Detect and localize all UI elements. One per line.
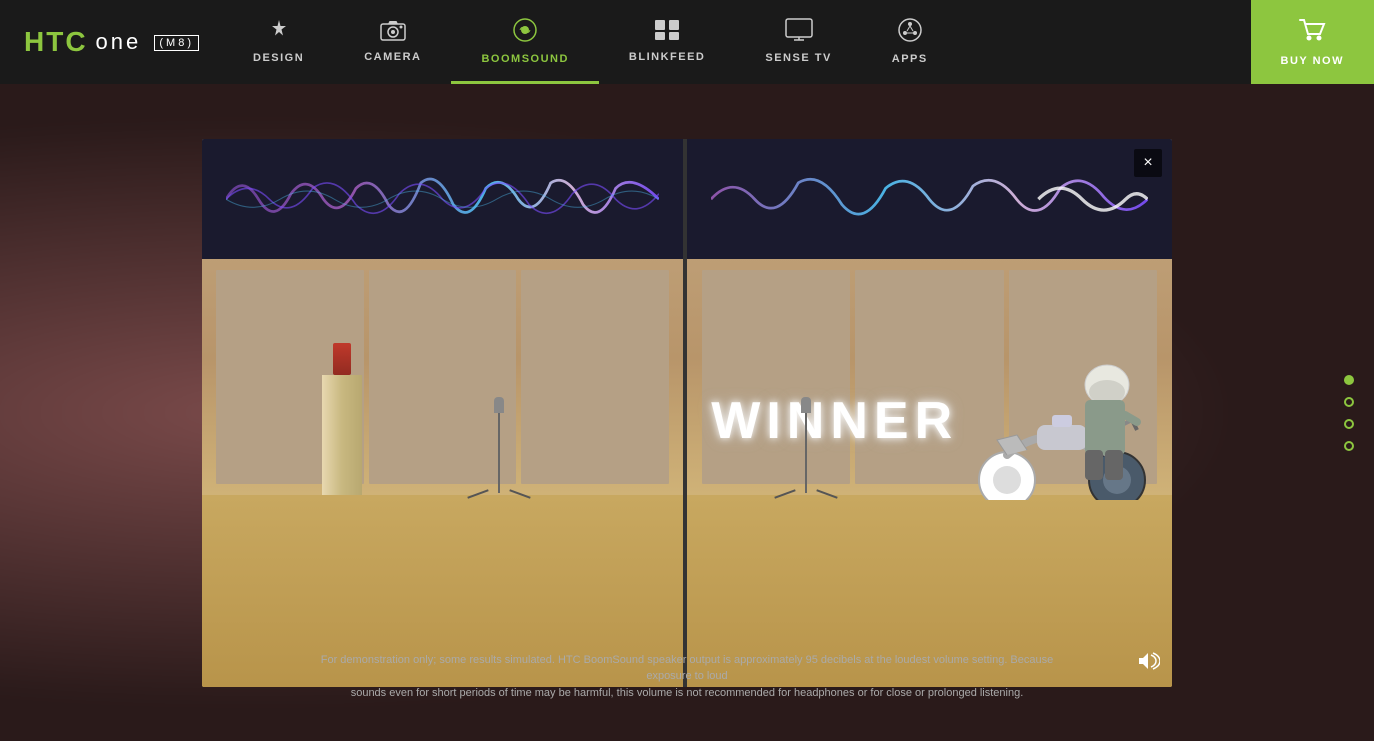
nav-item-sensetv[interactable]: SENSE TV [735, 0, 861, 84]
blinkfeed-label: BLINKFEED [629, 51, 705, 63]
cart-icon [1298, 18, 1326, 49]
mic-head-right [801, 397, 811, 413]
buy-now-label: BUY NOW [1281, 55, 1344, 67]
boomsound-label: BOOMSOUND [481, 53, 568, 65]
pedestal [322, 375, 362, 495]
scene-right: WINNER [687, 139, 1172, 687]
caption-area: For demonstration only; some results sim… [0, 652, 1374, 702]
nav-item-boomsound[interactable]: BOOMSOUND [451, 0, 598, 84]
design-icon [267, 18, 291, 46]
media-container: × [202, 139, 1172, 687]
dot-2[interactable] [1344, 397, 1354, 407]
apps-icon [897, 17, 923, 47]
nav-item-apps[interactable]: APPS [862, 0, 958, 84]
mic-stand-right [774, 397, 838, 495]
dot-3[interactable] [1344, 419, 1354, 429]
person-scooter-illustration [937, 320, 1157, 500]
m8-badge: (M8) [154, 35, 199, 51]
wave-display-left [202, 139, 683, 260]
slide-dots [1344, 375, 1354, 451]
close-button[interactable]: × [1134, 149, 1162, 177]
htc-brand-text: HTC [24, 26, 88, 58]
mic-pole-left [498, 413, 500, 493]
caption-line-1: For demonstration only; some results sim… [307, 652, 1067, 685]
mic-pole-right [805, 413, 807, 493]
acoustic-panels-left [216, 270, 668, 484]
dot-4[interactable] [1344, 441, 1354, 451]
video-scene: WINNER [202, 139, 1172, 687]
boomsound-icon [512, 17, 538, 47]
main-content: × [0, 84, 1374, 741]
dot-1[interactable] [1344, 375, 1354, 385]
design-label: DESIGN [253, 52, 304, 64]
logo-area: HTC one (M8) [0, 0, 223, 84]
nav-item-camera[interactable]: CAMERA [334, 0, 451, 84]
mic-base-left [467, 493, 531, 495]
mic-stand-left [467, 397, 531, 495]
camera-label: CAMERA [364, 51, 421, 63]
blinkfeed-icon [654, 19, 680, 45]
caption-line-2: sounds even for short periods of time ma… [307, 685, 1067, 702]
camera-icon [380, 19, 406, 45]
nav-item-design[interactable]: DESIGN [223, 0, 334, 84]
top-navigation: HTC one (M8) DESIGN [0, 0, 1374, 84]
sensetv-label: SENSE TV [765, 52, 831, 64]
mic-base-right [774, 493, 838, 495]
one-model-text: one (M8) [96, 29, 199, 55]
buy-now-button[interactable]: BUY NOW [1251, 0, 1374, 84]
sensetv-icon [784, 18, 814, 46]
wave-display-right [687, 139, 1172, 260]
apps-label: APPS [892, 53, 928, 65]
htc-logo[interactable]: HTC one (M8) [24, 26, 199, 58]
scene-left [202, 139, 687, 687]
nav-items: DESIGN CAMERA [223, 0, 1251, 84]
panel [521, 270, 668, 484]
phone [333, 343, 351, 375]
mic-head-left [494, 397, 504, 413]
nav-item-blinkfeed[interactable]: BLINKFEED [599, 0, 735, 84]
